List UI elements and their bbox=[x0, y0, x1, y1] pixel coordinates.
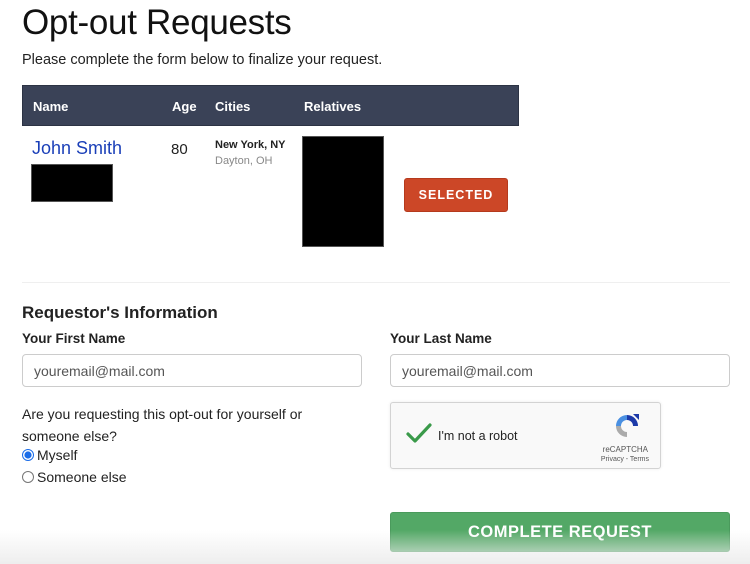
radio-someone-else-input[interactable] bbox=[22, 471, 34, 483]
city-secondary: Dayton, OH bbox=[215, 155, 273, 167]
first-name-input[interactable] bbox=[22, 354, 362, 387]
radio-myself-label: Myself bbox=[37, 447, 78, 463]
column-header-age: Age bbox=[172, 99, 197, 114]
city-primary: New York, NY bbox=[215, 139, 286, 151]
section-title: Requestor's Information bbox=[22, 303, 218, 322]
radio-myself[interactable]: Myself bbox=[21, 447, 77, 463]
results-table-header: Name Age Cities Relatives bbox=[22, 85, 519, 126]
complete-request-button[interactable]: COMPLETE REQUEST bbox=[390, 512, 730, 552]
captcha-links[interactable]: Privacy - Terms bbox=[601, 456, 649, 463]
captcha-brand: reCAPTCHA bbox=[602, 445, 648, 454]
last-name-label: Your Last Name bbox=[390, 331, 492, 346]
radio-myself-input[interactable] bbox=[22, 449, 34, 461]
section-divider bbox=[22, 282, 730, 283]
checkmark-icon[interactable] bbox=[405, 421, 433, 445]
recaptcha-logo-icon bbox=[616, 414, 639, 437]
redacted-relatives bbox=[302, 136, 384, 247]
column-header-name: Name bbox=[33, 99, 69, 114]
radio-someone-else-label: Someone else bbox=[37, 469, 127, 485]
selected-button[interactable]: SELECTED bbox=[404, 178, 508, 212]
column-header-relatives: Relatives bbox=[304, 99, 362, 114]
person-age: 80 bbox=[171, 141, 188, 158]
last-name-input[interactable] bbox=[390, 354, 730, 387]
captcha-label: I'm not a robot bbox=[438, 429, 518, 443]
first-name-label: Your First Name bbox=[22, 331, 126, 346]
page-subtitle: Please complete the form below to finali… bbox=[22, 52, 383, 68]
recaptcha-widget[interactable]: I'm not a robot reCAPTCHA Privacy - Term… bbox=[390, 402, 661, 469]
radio-someone-else[interactable]: Someone else bbox=[21, 469, 127, 485]
requester-question: Are you requesting this opt-out for your… bbox=[22, 406, 303, 444]
redacted-block bbox=[31, 164, 113, 202]
column-header-cities: Cities bbox=[215, 99, 251, 114]
person-name-link[interactable]: John Smith bbox=[32, 138, 122, 159]
page-title: Opt-out Requests bbox=[22, 3, 292, 42]
